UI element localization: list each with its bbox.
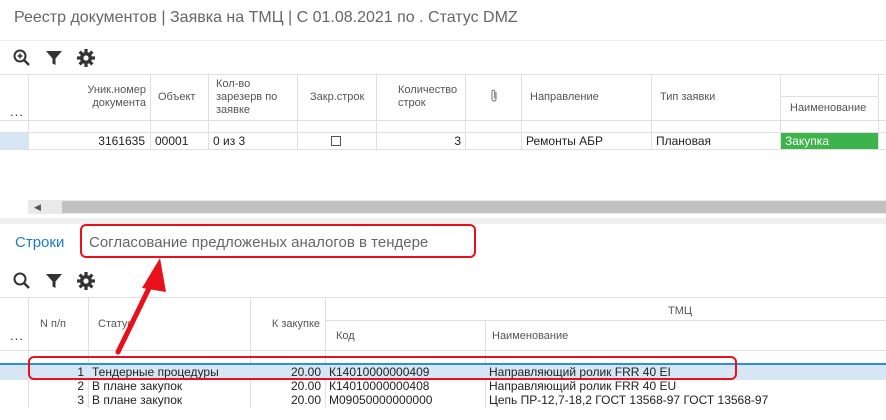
zoom-icon[interactable] <box>12 48 32 68</box>
cell-line-count: 3 <box>454 134 461 148</box>
bottom-toolbar <box>12 265 108 297</box>
row-selector <box>0 379 28 393</box>
header-subdivider <box>781 96 878 97</box>
header-bottom-border <box>0 350 886 351</box>
highlight-box-row <box>28 356 737 380</box>
cell-qty: 20.00 <box>290 393 321 407</box>
header-line-count[interactable]: Количество строк <box>398 84 464 110</box>
cell-num: 2 <box>77 379 84 393</box>
row-border <box>0 149 886 150</box>
cell-name-status: Закупка <box>781 133 878 149</box>
window-title: Реестр документов | Заявка на ТМЦ | С 01… <box>14 9 518 26</box>
header-name[interactable]: Наименование <box>790 102 878 115</box>
group-subdivider <box>326 320 886 321</box>
app-window: Реестр документов | Заявка на ТМЦ | С 01… <box>0 0 886 420</box>
top-row-menu[interactable]: ... <box>10 104 24 119</box>
top-toolbar <box>12 42 108 74</box>
header-group-tmc: ТМЦ <box>668 305 693 317</box>
bottom-row-menu[interactable]: ... <box>10 328 24 343</box>
paperclip-icon[interactable] <box>488 88 500 104</box>
filter-icon[interactable] <box>44 48 64 68</box>
header-request-type[interactable]: Тип заявки <box>660 91 776 104</box>
row-selector <box>0 393 28 407</box>
cell-code: М09050000000000 <box>329 393 433 407</box>
gear-icon[interactable] <box>76 48 96 68</box>
cell-qty: 20.00 <box>290 379 321 393</box>
cell-code: К14010000000408 <box>329 379 430 393</box>
table-row[interactable]: 3 В плане закупок 20.00 М09050000000000 … <box>0 393 886 407</box>
scrollbar-thumb[interactable] <box>62 201 886 213</box>
header-code[interactable]: Код <box>336 330 476 343</box>
tab-lines[interactable]: Строки <box>15 234 64 251</box>
row-selector[interactable] <box>0 133 28 149</box>
header-direction[interactable]: Направление <box>530 91 648 104</box>
header-bottom-border <box>0 120 886 121</box>
header-status[interactable]: Статус <box>98 318 218 331</box>
scroll-left-icon[interactable]: ◀ <box>34 202 41 213</box>
cell-item-name: Направляющий ролик FRR 40 EU <box>489 379 677 393</box>
top-table-row[interactable]: 3161635 00001 0 из 3 3 Ремонты АБР Плано… <box>0 133 886 149</box>
row-selector <box>0 365 28 379</box>
title-divider <box>0 40 886 41</box>
header-closed-lines[interactable]: Закр.строк <box>310 91 374 104</box>
gear-icon[interactable] <box>76 271 96 291</box>
header-num[interactable]: N п/п <box>40 318 86 331</box>
header-item-name[interactable]: Наименование <box>492 330 692 343</box>
cell-doc-number: 3161635 <box>98 134 145 148</box>
header-reserved[interactable]: Кол-во зарезерв по заявке <box>216 78 294 117</box>
header-object[interactable]: Объект <box>158 91 206 104</box>
horizontal-scrollbar[interactable]: ◀ <box>28 200 886 214</box>
bottom-header-border <box>0 297 886 298</box>
cell-request-type: Плановая <box>656 134 712 148</box>
closed-lines-checkbox[interactable] <box>331 136 341 146</box>
cell-status: В плане закупок <box>92 393 183 407</box>
cell-num: 3 <box>77 393 84 407</box>
cell-direction: Ремонты АБР <box>526 134 604 148</box>
cell-reserved: 0 из 3 <box>213 134 246 148</box>
search-icon[interactable] <box>12 271 32 291</box>
header-qty[interactable]: К закупке <box>252 318 320 331</box>
top-header-border <box>0 74 886 75</box>
cell-item-name: Цепь ПР-12,7-18,2 ГОСТ 13568-97 ГОСТ 135… <box>489 393 769 407</box>
table-row[interactable]: 2 В плане закупок 20.00 К14010000000408 … <box>0 379 886 393</box>
cell-object: 00001 <box>155 134 189 148</box>
header-doc-number[interactable]: Уник.номер документа <box>66 84 146 110</box>
filter-icon[interactable] <box>44 271 64 291</box>
highlight-box-tab <box>80 224 476 258</box>
cell-status: В плане закупок <box>92 379 183 393</box>
